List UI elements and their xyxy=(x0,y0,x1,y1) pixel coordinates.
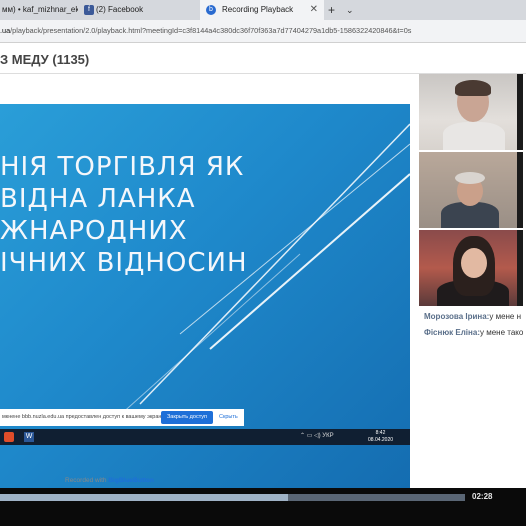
webcam-video xyxy=(419,230,523,306)
webcam-edge xyxy=(517,230,523,306)
chat-sender: Морозова Ірина: xyxy=(424,312,490,321)
taskbar-clock: 8:42 08.04.2020 xyxy=(368,430,393,444)
person-silhouette xyxy=(443,122,505,150)
hide-link: Скрыть xyxy=(219,414,238,420)
tab-mail[interactable]: мм) • kaf_mizhnar_ek xyxy=(0,0,78,20)
tab-label: Recording Playback xyxy=(222,5,294,14)
person-hair xyxy=(455,172,485,184)
webcam-panel xyxy=(418,74,526,308)
browser-tab-strip: мм) • kaf_mizhnar_ek f (2) Facebook b Re… xyxy=(0,0,526,20)
tab-list-button[interactable]: ⌄ xyxy=(346,0,354,20)
page-title: З МЕДУ (1135) xyxy=(0,52,90,67)
playback-controls: 02:28 xyxy=(0,488,526,526)
address-bar[interactable]: .ua/playback/presentation/2.0/playback.h… xyxy=(0,20,526,43)
tab-label: мм) • kaf_mizhnar_ek xyxy=(2,5,78,14)
playback-progress-fill xyxy=(0,494,289,501)
system-tray: ⌃ ▭ ◁) УКР xyxy=(300,433,334,439)
webcam-edge xyxy=(517,152,523,228)
url-path: /playback/presentation/2.0/playback.html… xyxy=(10,26,412,35)
presentation-area: НІЯ ТОРГІВЛЯ ЯК ВІДНА ЛАНКА ЖНАРОДНИХ ІЧ… xyxy=(0,74,418,501)
slide-title-line: ІЧНИХ ВІДНОСИН xyxy=(0,248,248,278)
chat-message: Морозова Ірина:у мене н xyxy=(424,312,521,321)
tab-facebook[interactable]: f (2) Facebook xyxy=(82,0,200,20)
playback-time: 02:28 xyxy=(472,492,493,501)
url-text[interactable]: .ua/playback/presentation/2.0/playback.h… xyxy=(0,26,411,35)
word-icon: W xyxy=(24,432,34,442)
person-hair xyxy=(455,80,491,96)
new-tab-button[interactable]: + xyxy=(328,0,335,20)
chat-panel: Морозова Ірина:у мене н Фіснюк Еліна:у м… xyxy=(418,308,526,488)
bigbluebutton-link[interactable]: BigBlueButton xyxy=(108,477,154,484)
bigbluebutton-icon: b xyxy=(206,5,216,15)
screen-share-text: мкнене bbb.nuzla.edu.ua предоставлен дос… xyxy=(2,414,166,420)
facebook-icon: f xyxy=(84,5,94,15)
stop-sharing-button: Закрыть доступ xyxy=(161,411,213,424)
slide-title-line: ЖНАРОДНИХ xyxy=(0,216,188,246)
slide-title-line: ВІДНА ЛАНКА xyxy=(0,184,196,214)
playback-progress-bar[interactable] xyxy=(0,494,465,501)
chat-text: у мене н xyxy=(489,312,522,321)
page-header: З МЕДУ (1135) xyxy=(0,43,526,74)
tab-recording-playback[interactable]: b Recording Playback ✕ xyxy=(200,0,324,20)
tab-label: (2) Facebook xyxy=(96,5,144,14)
chat-sender: Фіснюк Еліна: xyxy=(424,328,480,337)
screen-share-notice: мкнене bbb.nuzla.edu.ua предоставлен дос… xyxy=(0,409,244,426)
clock-date: 08.04.2020 xyxy=(368,437,394,443)
slide-title-line: НІЯ ТОРГІВЛЯ ЯК xyxy=(0,152,245,182)
clock-time: 8:42 xyxy=(375,430,386,436)
recorded-with-prefix: Recorded with xyxy=(65,477,109,484)
chat-message: Фіснюк Еліна:у мене тако xyxy=(424,328,523,337)
app-icon xyxy=(4,432,14,442)
slide: НІЯ ТОРГІВЛЯ ЯК ВІДНА ЛАНКА ЖНАРОДНИХ ІЧ… xyxy=(0,104,410,501)
recorded-with-credit: Recorded with BigBlueButton xyxy=(65,477,154,484)
webcam-video xyxy=(419,152,523,228)
person-face xyxy=(461,248,487,278)
webcam-video xyxy=(419,74,523,150)
webcam-edge xyxy=(517,74,523,150)
close-tab-icon[interactable]: ✕ xyxy=(310,0,318,20)
url-host: .ua xyxy=(0,26,11,35)
shared-screen-taskbar: W ⌃ ▭ ◁) УКР 8:42 08.04.2020 xyxy=(0,429,410,445)
chat-text: у мене тако xyxy=(479,328,524,337)
